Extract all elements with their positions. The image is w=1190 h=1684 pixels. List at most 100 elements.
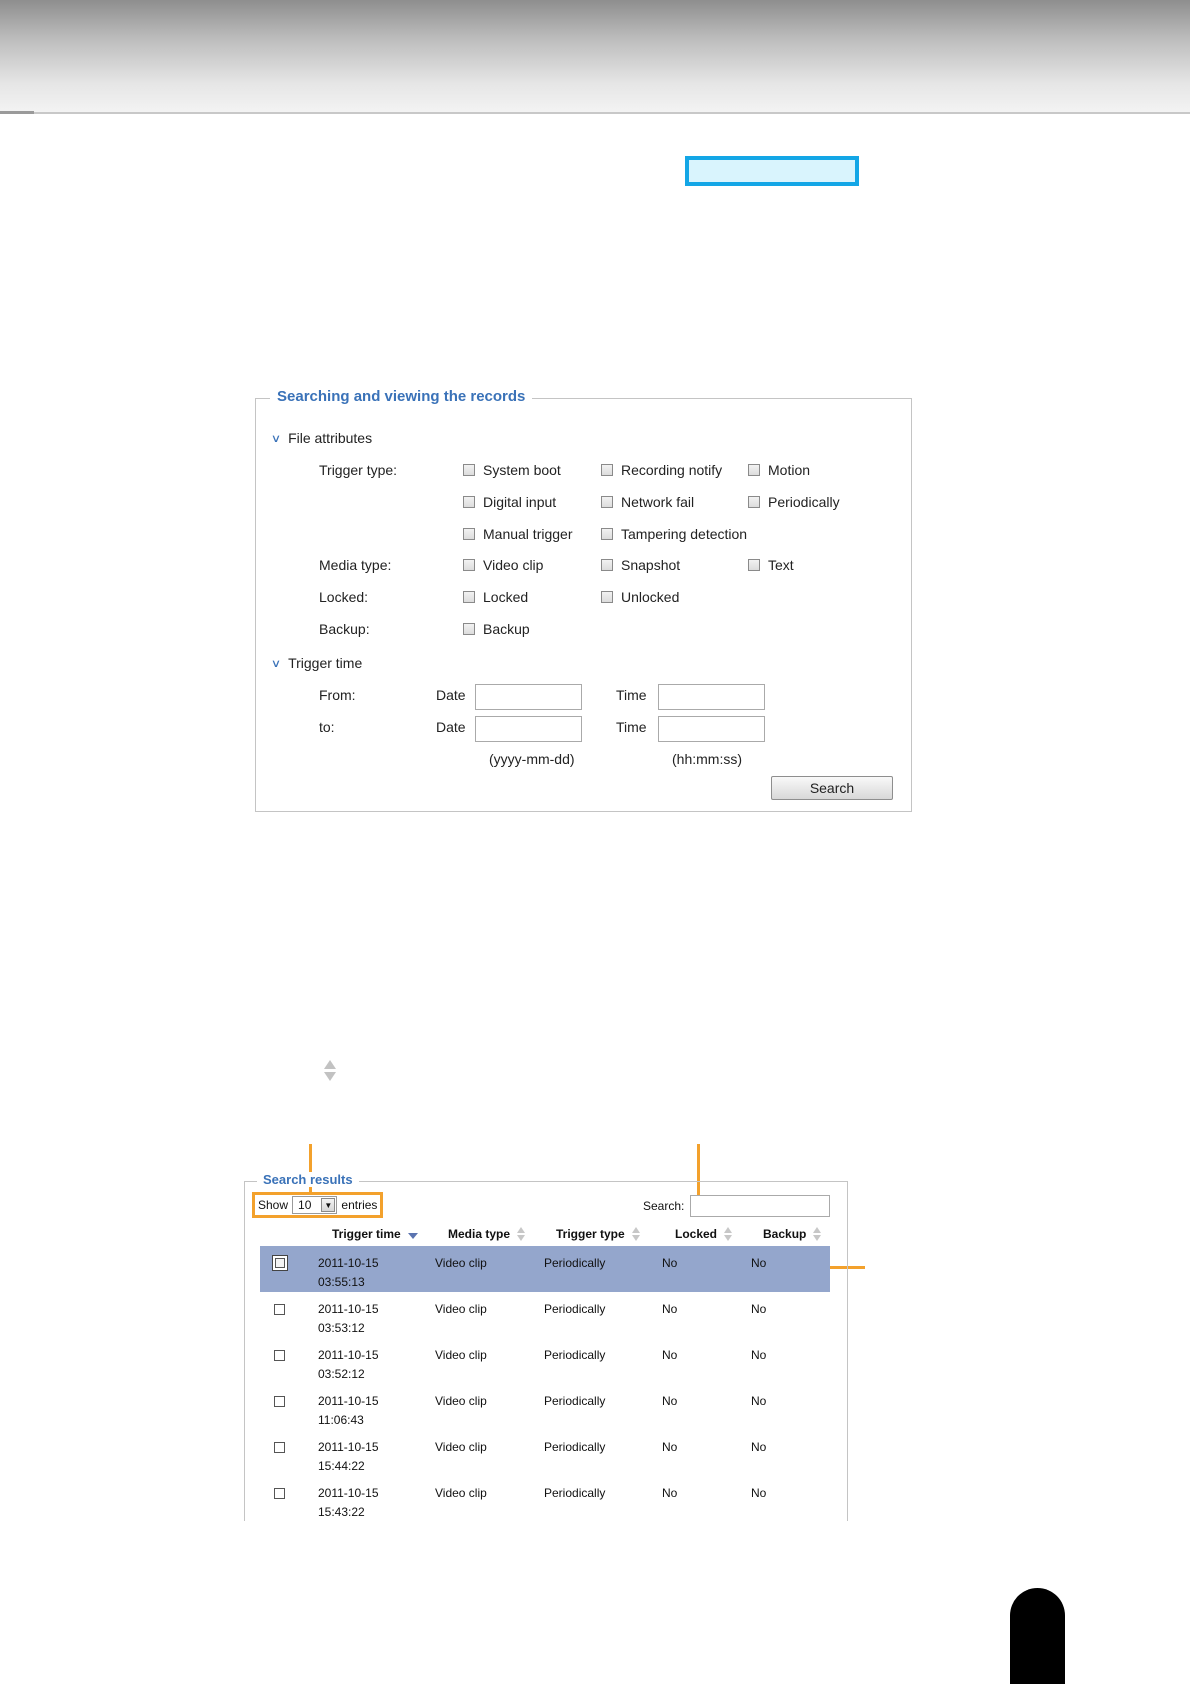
column-media-type[interactable]: Media type: [448, 1227, 526, 1241]
cell-time: 15:43:22: [318, 1505, 365, 1519]
cell-trigger-type: Periodically: [544, 1486, 606, 1500]
panel-title: Searching and viewing the records: [270, 388, 533, 405]
cell-time: 03:55:13: [318, 1275, 365, 1289]
checkbox-label: Locked: [483, 589, 529, 605]
sort-arrows-icon: [631, 1227, 641, 1241]
cell-trigger-time: 2011-10-15 11:06:43: [318, 1392, 379, 1430]
column-trigger-time[interactable]: Trigger time: [332, 1227, 418, 1241]
checkbox-icon[interactable]: [463, 623, 475, 635]
entries-select[interactable]: 10 ▼: [292, 1196, 338, 1214]
sort-descending-icon: [407, 1233, 418, 1239]
table-row[interactable]: 2011-10-15 03:52:12 Video clip Periodical…: [260, 1338, 830, 1384]
row-checkbox[interactable]: [274, 1304, 285, 1315]
checkbox-icon[interactable]: [601, 528, 613, 540]
checkbox-unlocked[interactable]: Unlocked: [601, 589, 679, 605]
sort-arrows-icon: [324, 1060, 336, 1081]
table-row[interactable]: 2011-10-15 03:55:13 Video clip Periodical…: [260, 1246, 830, 1292]
checkbox-icon[interactable]: [748, 464, 760, 476]
checkbox-backup[interactable]: Backup: [463, 621, 530, 637]
cell-trigger-time: 2011-10-15 03:52:12: [318, 1346, 379, 1384]
checkbox-video-clip[interactable]: Video clip: [463, 557, 543, 573]
column-label: Trigger time: [332, 1227, 401, 1241]
checkbox-system-boot[interactable]: System boot: [463, 462, 561, 478]
checkbox-periodically[interactable]: Periodically: [748, 494, 840, 510]
table-row[interactable]: 2011-10-15 15:43:22 Video clip Periodical…: [260, 1476, 830, 1522]
checkbox-label: Manual trigger: [483, 526, 573, 542]
to-time-input[interactable]: [658, 716, 765, 742]
column-label: Trigger type: [556, 1227, 625, 1241]
chevron-down-icon[interactable]: ▼: [321, 1198, 336, 1212]
checkbox-label: Unlocked: [621, 589, 680, 605]
checkbox-icon[interactable]: [463, 464, 475, 476]
from-label: From:: [319, 687, 356, 703]
checkbox-icon[interactable]: [601, 591, 613, 603]
backup-label: Backup:: [319, 621, 370, 637]
checkbox-icon[interactable]: [463, 591, 475, 603]
checkbox-icon[interactable]: [601, 496, 613, 508]
checkbox-locked[interactable]: Locked: [463, 589, 528, 605]
column-trigger-type[interactable]: Trigger type: [556, 1227, 641, 1241]
checkbox-label: Video clip: [483, 557, 544, 573]
checkbox-icon[interactable]: [601, 559, 613, 571]
cell-locked: No: [662, 1440, 678, 1454]
checkbox-icon[interactable]: [463, 528, 475, 540]
checkbox-tampering-detection[interactable]: Tampering detection: [601, 526, 747, 542]
checkbox-icon[interactable]: [463, 496, 475, 508]
cell-locked: No: [662, 1302, 678, 1316]
table-row[interactable]: 2011-10-15 03:53:12 Video clip Periodical…: [260, 1292, 830, 1338]
checkbox-network-fail[interactable]: Network fail: [601, 494, 694, 510]
checkbox-icon[interactable]: [748, 559, 760, 571]
checkbox-recording-notify[interactable]: Recording notify: [601, 462, 722, 478]
cell-trigger-type: Periodically: [544, 1256, 606, 1270]
cell-date: 2011-10-15: [318, 1440, 379, 1454]
chevron-down-icon: ∨: [270, 432, 282, 445]
checkbox-label: Network fail: [621, 494, 695, 510]
trigger-time-label: Trigger time: [288, 655, 363, 671]
locked-label: Locked:: [319, 589, 369, 605]
page-number-tab: [1010, 1588, 1065, 1684]
checkbox-motion[interactable]: Motion: [748, 462, 810, 478]
row-checkbox[interactable]: [274, 1350, 285, 1361]
to-date-input[interactable]: [475, 716, 582, 742]
table-row[interactable]: 2011-10-15 11:06:43 Video clip Periodical…: [260, 1384, 830, 1430]
checkbox-text[interactable]: Text: [748, 557, 794, 573]
checkbox-icon[interactable]: [601, 464, 613, 476]
to-time-label: Time: [616, 719, 647, 735]
from-date-input[interactable]: [475, 684, 582, 710]
checkbox-manual-trigger[interactable]: Manual trigger: [463, 526, 573, 542]
cell-backup: No: [751, 1256, 767, 1270]
checkbox-label: Digital input: [483, 494, 557, 510]
from-date-label: Date: [436, 687, 466, 703]
column-label: Media type: [448, 1227, 511, 1241]
row-checkbox[interactable]: [274, 1442, 285, 1453]
checkbox-icon[interactable]: [463, 559, 475, 571]
checkbox-icon[interactable]: [748, 496, 760, 508]
cell-locked: No: [662, 1256, 678, 1270]
row-checkbox[interactable]: [272, 1255, 288, 1271]
cell-trigger-type: Periodically: [544, 1394, 606, 1408]
row-checkbox[interactable]: [274, 1396, 285, 1407]
column-locked[interactable]: Locked: [675, 1227, 733, 1241]
highlight-box: [685, 156, 859, 186]
column-backup[interactable]: Backup: [763, 1227, 822, 1241]
trigger-time-toggle[interactable]: ∨ Trigger time: [271, 655, 363, 671]
checkbox-digital-input[interactable]: Digital input: [463, 494, 556, 510]
table-row[interactable]: 2011-10-15 15:44:22 Video clip Periodical…: [260, 1430, 830, 1476]
cell-date: 2011-10-15: [318, 1486, 379, 1500]
header-notch: [0, 111, 34, 114]
date-format-hint: (yyyy-mm-dd): [489, 751, 575, 767]
search-button[interactable]: Search: [771, 776, 893, 800]
results-search-input[interactable]: [690, 1195, 830, 1217]
cell-media-type: Video clip: [435, 1348, 487, 1362]
cell-backup: No: [751, 1302, 767, 1316]
file-attributes-toggle[interactable]: ∨ File attributes: [270, 430, 372, 446]
checkbox-snapshot[interactable]: Snapshot: [601, 557, 680, 573]
row-checkbox[interactable]: [274, 1488, 285, 1499]
checkbox-label: System boot: [483, 462, 561, 478]
cell-date: 2011-10-15: [318, 1348, 379, 1362]
cell-backup: No: [751, 1440, 767, 1454]
results-table-header: Trigger time Media type Trigger type Loc…: [260, 1224, 830, 1244]
from-time-input[interactable]: [658, 684, 765, 710]
show-label: Show: [258, 1198, 289, 1212]
cell-time: 11:06:43: [318, 1413, 364, 1427]
